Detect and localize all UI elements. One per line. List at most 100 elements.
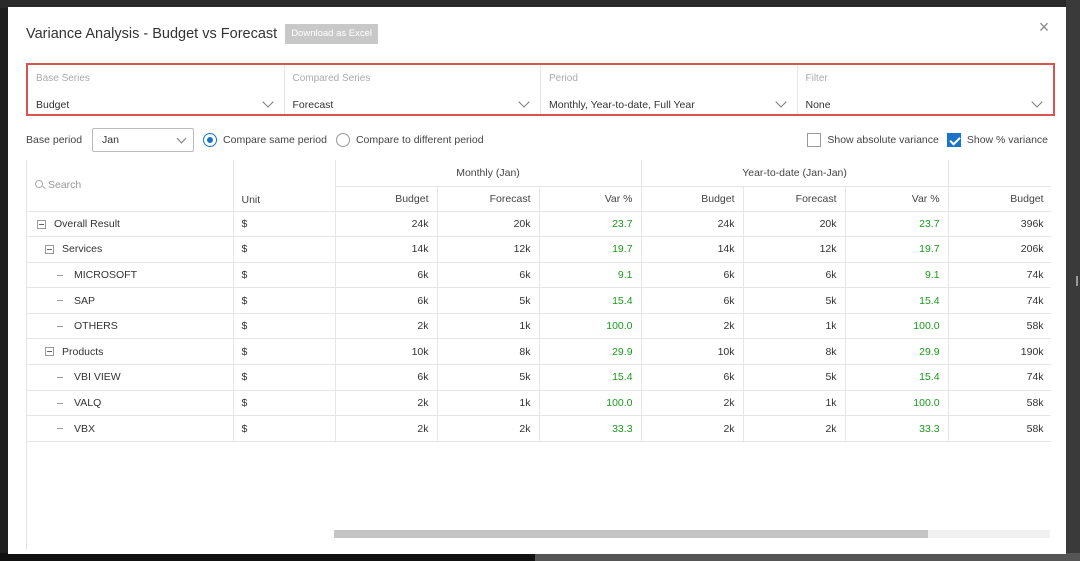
collapse-toggle-icon[interactable] (45, 245, 54, 255)
collapse-toggle-icon[interactable] (37, 219, 46, 229)
scrollbar-thumb[interactable] (334, 530, 928, 538)
value-cell: 58k (948, 390, 1051, 417)
table-row[interactable]: Products $10k 8k 29.9 10k 8k 29.9 190k (27, 338, 1051, 366)
value-cell: 58k (948, 313, 1051, 340)
close-icon[interactable]: × (1036, 18, 1052, 36)
period-value: Monthly, Year-to-date, Full Year (549, 99, 695, 111)
title-row: Variance Analysis - Budget vs Forecast D… (26, 23, 378, 45)
leaf-dash-icon (57, 325, 63, 327)
value-cell: 12k (743, 236, 846, 263)
period-label: Period (549, 73, 578, 84)
row-name-cell: Services (27, 236, 234, 263)
background-window-right (1066, 0, 1080, 561)
value-cell: 24k (641, 211, 744, 238)
column-header[interactable]: Budget (641, 186, 744, 212)
variance-cell: 23.7 (845, 211, 949, 238)
value-cell: 10k (641, 338, 744, 366)
row-label: VALQ (74, 396, 102, 409)
variance-cell: 15.4 (539, 364, 642, 391)
unit-cell: $ (233, 338, 336, 366)
column-header[interactable]: Var % (845, 186, 949, 212)
show-pct-variance-checkbox[interactable] (946, 133, 961, 147)
variance-cell: 15.4 (845, 287, 949, 314)
value-cell: 2k (335, 390, 438, 417)
variance-cell: 100.0 (539, 313, 642, 340)
value-cell: 5k (437, 364, 540, 391)
value-cell: 6k (641, 364, 744, 391)
table-row[interactable]: SAP $6k 5k 15.4 6k 5k 15.4 74k (27, 287, 1051, 314)
search-cell[interactable]: Search (27, 160, 234, 212)
unit-cell: $ (233, 211, 336, 238)
table-row[interactable]: MICROSOFT $6k 6k 9.1 6k 6k 9.1 74k (27, 262, 1051, 289)
download-excel-button[interactable]: Download as Excel (285, 24, 378, 44)
value-cell: 2k (641, 390, 744, 417)
row-label: Services (62, 243, 103, 256)
row-label: MICROSOFT (74, 268, 137, 281)
value-cell: 14k (335, 236, 438, 263)
value-cell: 5k (743, 287, 846, 314)
chevron-down-icon (518, 96, 530, 108)
series-selector-panel: Base Series Budget Compared Series Forec… (26, 63, 1055, 116)
value-cell: 206k (948, 236, 1051, 263)
background-window-bottom-light (535, 553, 1080, 561)
filter-value: None (805, 99, 831, 111)
show-absolute-variance-checkbox[interactable] (807, 133, 822, 147)
compare-different-period-label[interactable]: Compare to different period (356, 134, 484, 146)
table-row[interactable]: VBI VIEW $6k 5k 15.4 6k 5k 15.4 74k (27, 364, 1051, 391)
base-series-dropdown[interactable]: Base Series Budget (28, 65, 285, 114)
row-label: OTHERS (74, 320, 118, 333)
column-header[interactable]: Forecast (743, 186, 846, 212)
variance-cell: 23.7 (539, 211, 642, 238)
background-window-bottom (0, 553, 1080, 561)
unit-cell: $ (233, 262, 336, 289)
compared-series-label: Compared Series (292, 73, 371, 84)
search-placeholder: Search (48, 179, 82, 192)
column-header[interactable]: Forecast (437, 186, 540, 212)
filter-dropdown[interactable]: Filter None (798, 65, 1054, 114)
compare-same-period-label[interactable]: Compare same period (223, 134, 327, 146)
variance-table: Search Unit Monthly (Jan) Year-to-date (… (27, 160, 1051, 442)
column-header[interactable]: Var % (539, 186, 642, 212)
leaf-dash-icon (57, 377, 63, 379)
compared-series-dropdown[interactable]: Compared Series Forecast (285, 65, 541, 114)
unit-cell: $ (233, 390, 336, 417)
compare-different-period-radio[interactable] (335, 133, 350, 147)
search-icon (35, 180, 43, 189)
row-name-cell: VALQ (27, 390, 234, 417)
value-cell: 8k (743, 338, 846, 366)
value-cell: 5k (437, 287, 540, 314)
background-mark (1076, 276, 1078, 286)
table-row[interactable]: Overall Result $24k 20k 23.7 24k 20k 23.7 396k (27, 211, 1051, 238)
column-header[interactable]: Budget (948, 186, 1051, 212)
variance-cell: 100.0 (539, 390, 642, 417)
row-label: VBX (74, 422, 96, 435)
base-period-select[interactable]: Jan (92, 128, 195, 152)
column-header[interactable]: Budget (335, 186, 438, 212)
variance-cell: 19.7 (539, 236, 642, 263)
chevron-down-icon (774, 96, 787, 108)
compare-same-period-radio[interactable] (203, 133, 218, 147)
value-cell: 74k (948, 262, 1051, 289)
show-absolute-variance-label[interactable]: Show absolute variance (827, 134, 939, 146)
value-cell: 6k (437, 262, 540, 289)
table-row[interactable]: Services $14k 12k 19.7 14k 12k 19.7 206k (27, 236, 1051, 263)
show-pct-variance-label[interactable]: Show % variance (967, 134, 1048, 146)
row-name-cell: Overall Result (27, 211, 234, 238)
value-cell: 24k (335, 211, 438, 238)
leaf-dash-icon (57, 428, 63, 430)
value-cell: 1k (437, 313, 540, 340)
variance-cell: 100.0 (845, 313, 949, 340)
collapse-toggle-icon[interactable] (45, 347, 54, 357)
period-dropdown[interactable]: Period Monthly, Year-to-date, Full Year (541, 65, 798, 114)
table-row[interactable]: VBX $2k 2k 33.3 2k 2k 33.3 58k (27, 415, 1051, 442)
base-series-value: Budget (36, 99, 70, 111)
value-cell: 58k (948, 415, 1051, 442)
variance-cell: 100.0 (845, 390, 949, 417)
table-row[interactable]: VALQ $2k 1k 100.0 2k 1k 100.0 58k (27, 390, 1051, 417)
table-row[interactable]: OTHERS $2k 1k 100.0 2k 1k 100.0 58k (27, 313, 1051, 340)
value-cell: 14k (641, 236, 744, 263)
horizontal-scrollbar[interactable] (334, 530, 1050, 538)
chevron-down-icon (1031, 96, 1043, 108)
value-cell: 6k (743, 262, 846, 289)
dialog-title: Variance Analysis - Budget vs Forecast (26, 26, 278, 42)
